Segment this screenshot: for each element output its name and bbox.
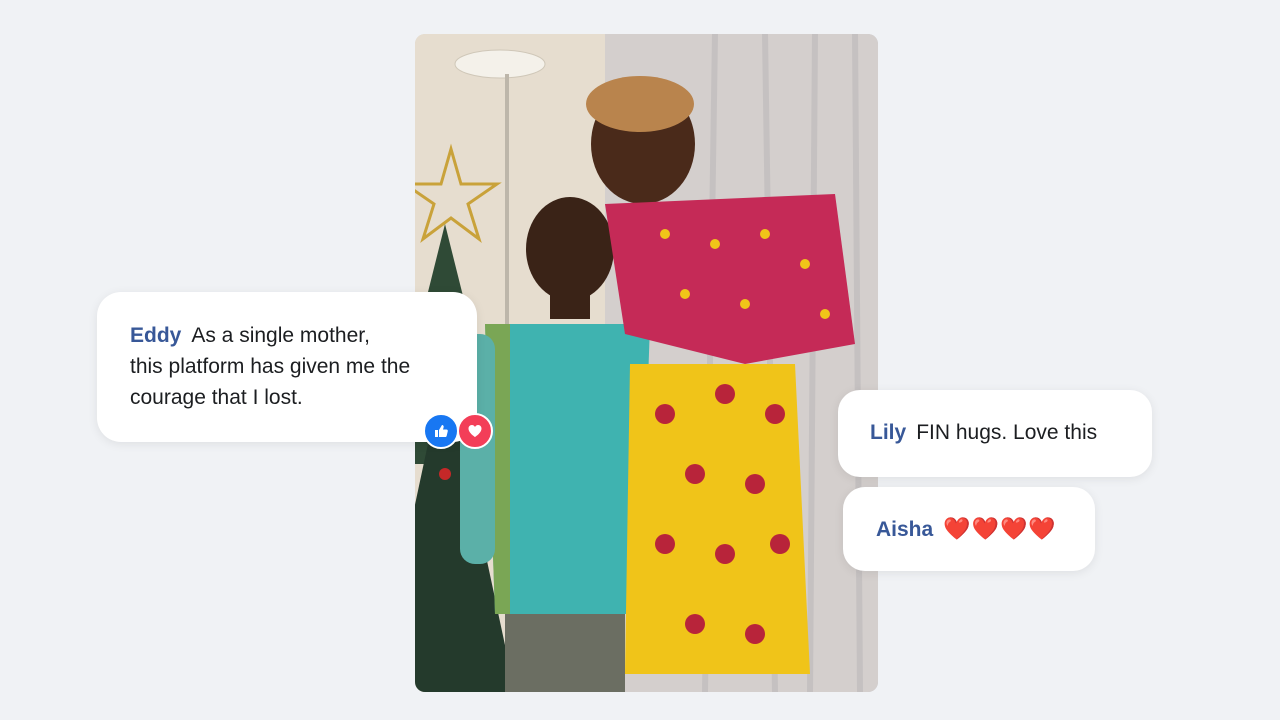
heart-icon[interactable] xyxy=(457,413,493,449)
comment-bubble-lily: Lily FIN hugs. Love this xyxy=(838,390,1152,477)
comment-text: FIN hugs. Love this xyxy=(916,421,1098,444)
reaction-badges[interactable] xyxy=(423,413,493,449)
commenter-name[interactable]: Eddy xyxy=(130,324,181,347)
comment-body: Lily FIN hugs. Love this xyxy=(870,420,1097,446)
post-photo xyxy=(415,34,878,692)
comment-body: Eddy As a single mother, this platform ha… xyxy=(130,320,460,413)
comment-bubble-aisha: Aisha ❤️❤️❤️❤️ xyxy=(843,487,1095,571)
comment-text-line: courage that I lost. xyxy=(130,386,303,409)
photo-illustration xyxy=(415,34,878,692)
heart-emojis: ❤️❤️❤️❤️ xyxy=(943,516,1057,541)
comment-text-line: this platform has given me the xyxy=(130,355,411,378)
comment-body: Aisha ❤️❤️❤️❤️ xyxy=(876,514,1057,545)
comment-text-line: As a single mother, xyxy=(191,324,370,347)
thumbs-up-icon[interactable] xyxy=(423,413,459,449)
commenter-name[interactable]: Lily xyxy=(870,421,906,444)
comment-bubble-eddy: Eddy As a single mother, this platform ha… xyxy=(97,292,477,442)
commenter-name[interactable]: Aisha xyxy=(876,518,933,541)
